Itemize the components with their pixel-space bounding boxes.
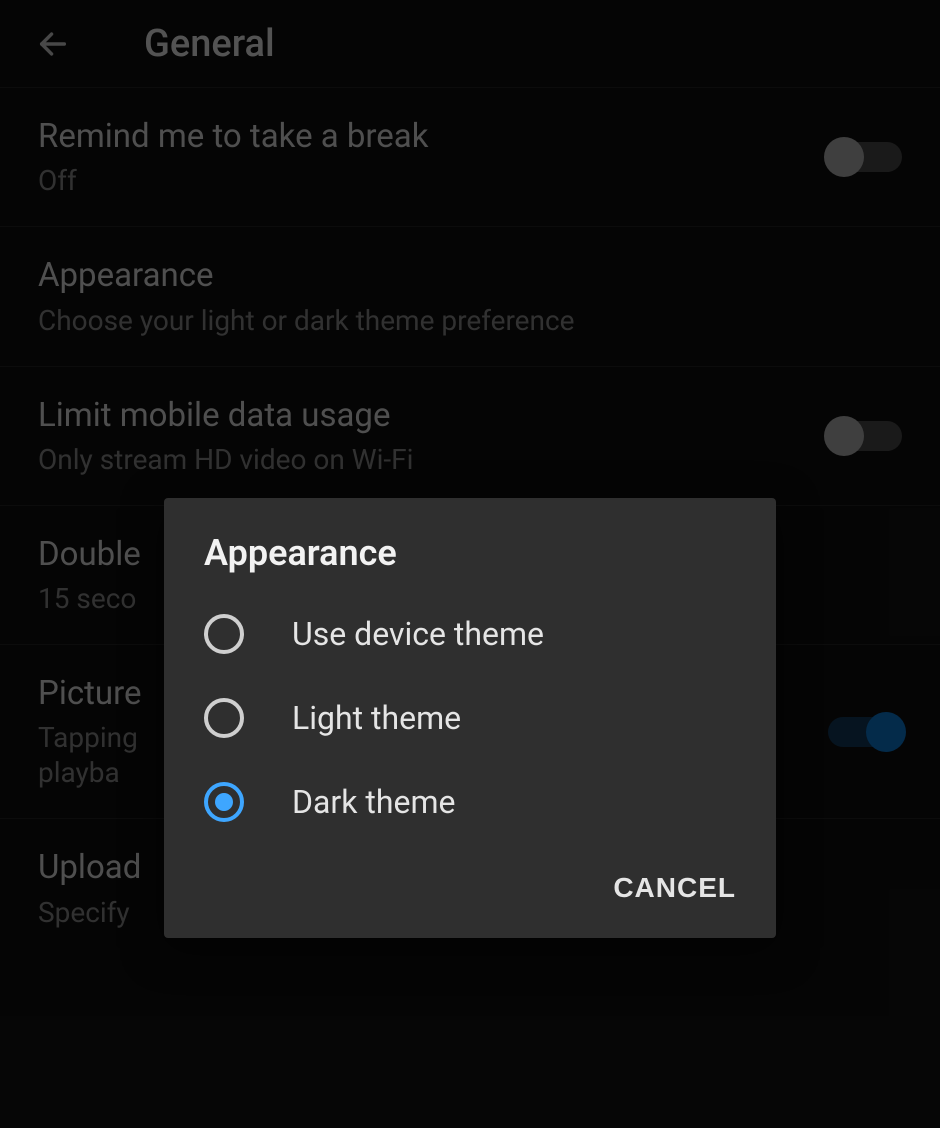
dialog-title: Appearance: [164, 532, 776, 592]
dialog-actions: CANCEL: [164, 844, 776, 938]
appearance-dialog: Appearance Use device theme Light theme …: [164, 498, 776, 938]
radio-icon: [204, 698, 244, 738]
radio-icon: [204, 614, 244, 654]
radio-device-theme[interactable]: Use device theme: [164, 592, 776, 676]
radio-light-theme[interactable]: Light theme: [164, 676, 776, 760]
radio-label: Light theme: [292, 699, 461, 737]
cancel-button[interactable]: CANCEL: [613, 872, 736, 904]
radio-dark-theme[interactable]: Dark theme: [164, 760, 776, 844]
radio-label: Use device theme: [292, 615, 544, 653]
radio-icon: [204, 782, 244, 822]
radio-label: Dark theme: [292, 783, 456, 821]
